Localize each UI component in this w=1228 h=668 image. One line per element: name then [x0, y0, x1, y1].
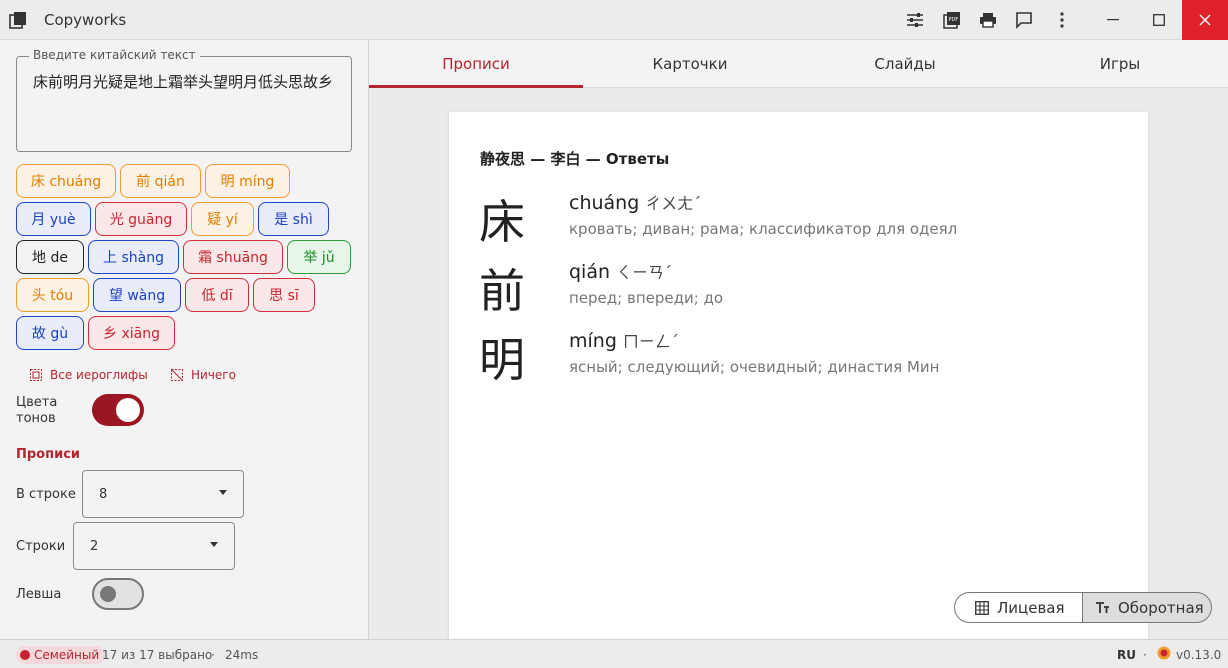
sheet-title: 静夜思 — 李白 — Ответы [480, 150, 670, 168]
pdf-export-icon[interactable]: PDF [940, 8, 964, 32]
chip-qian[interactable]: 前 qián [120, 164, 201, 198]
pinyin-text: chuáng [569, 192, 640, 214]
app-title: Copyworks [44, 11, 127, 29]
chip-ming[interactable]: 明 míng [205, 164, 290, 198]
text-fields-icon [1095, 601, 1110, 614]
toggle-knob [100, 586, 116, 602]
tab-bar: Прописи Карточки Слайды Игры [369, 40, 1228, 88]
entry-pinyin: míng ㄇㄧㄥˊ [569, 328, 679, 352]
status-separator: · [1143, 648, 1147, 662]
plan-badge-label: Семейный [34, 648, 100, 662]
selection-count: 17 из 17 выбрано [102, 648, 213, 662]
tab-cards[interactable]: Карточки [583, 40, 797, 88]
grid-icon [975, 600, 989, 615]
bopomofo-text: ㄇㄧㄥˊ [622, 332, 679, 351]
render-timing: 24ms [225, 648, 259, 662]
rows-value: 2 [90, 539, 99, 554]
chip-yi[interactable]: 疑 yí [191, 202, 254, 236]
rows-select[interactable]: 2 [73, 522, 235, 570]
select-all-label: Все иероглифы [50, 368, 148, 382]
front-side-label: Лицевая [997, 598, 1065, 617]
entry-hanzi: 前 [479, 264, 525, 318]
answer-sheet: 静夜思 — 李白 — Ответы 床 chuáng ㄔㄨㄤˊ кровать; … [449, 112, 1148, 639]
back-side-button[interactable]: Оборотная [1082, 592, 1212, 623]
chinese-text-field[interactable]: Введите китайский текст 床前明月光疑是地上霜举头望明月低… [16, 48, 352, 152]
chat-bubble-icon[interactable] [1156, 646, 1172, 662]
maximize-button[interactable] [1136, 0, 1182, 40]
chip-yue[interactable]: 月 yuè [16, 202, 91, 236]
chip-shang[interactable]: 上 shàng [88, 240, 179, 274]
chip-si[interactable]: 思 sī [253, 278, 315, 312]
tone-colors-toggle[interactable] [92, 394, 144, 426]
chip-wang[interactable]: 望 wàng [93, 278, 181, 312]
entry-hanzi: 明 [479, 333, 525, 387]
chip-gu[interactable]: 故 gù [16, 316, 84, 350]
pinyin-text: míng [569, 330, 617, 352]
status-separator: · [211, 648, 215, 662]
entry-gloss: кровать; диван; рама; классификатор для … [569, 220, 958, 238]
minimize-button[interactable] [1090, 0, 1136, 40]
tune-icon[interactable] [903, 8, 927, 32]
chip-tou[interactable]: 头 tóu [16, 278, 89, 312]
print-icon[interactable] [976, 8, 1000, 32]
select-all-icon [30, 369, 42, 381]
select-all-button[interactable]: Все иероглифы [30, 368, 148, 382]
language-switch[interactable]: RU [1117, 648, 1136, 662]
toggle-knob [116, 398, 140, 422]
select-none-label: Ничего [191, 368, 236, 382]
dropdown-arrow-icon [219, 490, 227, 495]
lefty-label: Левша [16, 587, 62, 602]
per-row-value: 8 [99, 487, 108, 502]
entry-hanzi: 床 [479, 195, 525, 249]
pinyin-text: qián [569, 261, 611, 283]
app-logo-icon [9, 12, 26, 29]
bopomofo-text: ㄑㄧㄢˊ [616, 263, 673, 282]
per-row-select[interactable]: 8 [82, 470, 244, 518]
chip-shi[interactable]: 是 shì [258, 202, 329, 236]
entry-gloss: перед; впереди; до [569, 289, 724, 307]
preview-area: Прописи Карточки Слайды Игры 静夜思 — 李白 — … [369, 40, 1228, 639]
deselect-icon [171, 369, 183, 381]
active-tab-indicator [369, 85, 583, 88]
tone-colors-label: Цвета тонов [16, 395, 58, 426]
tab-games[interactable]: Игры [1013, 40, 1227, 88]
chip-xiang[interactable]: 乡 xiāng [88, 316, 175, 350]
lefty-toggle[interactable] [92, 578, 144, 610]
rows-label: Строки [16, 539, 66, 554]
app-version: v0.13.0 [1176, 648, 1222, 662]
close-icon [1199, 14, 1211, 26]
title-bar: Copyworks PDF [0, 0, 1228, 40]
tab-copybook[interactable]: Прописи [369, 40, 583, 88]
bopomofo-text: ㄔㄨㄤˊ [645, 194, 702, 213]
chinese-text-input[interactable]: 床前明月光疑是地上霜举头望明月低头思故乡 [33, 71, 338, 94]
back-side-label: Оборотная [1118, 598, 1204, 617]
settings-panel: Введите китайский текст 床前明月光疑是地上霜举头望明月低… [0, 40, 369, 639]
entry-pinyin: qián ㄑㄧㄢˊ [569, 259, 672, 283]
copybook-section-title: Прописи [16, 447, 81, 462]
chip-de[interactable]: 地 de [16, 240, 84, 274]
close-button[interactable] [1182, 0, 1228, 40]
more-vert-icon[interactable] [1050, 8, 1074, 32]
select-none-button[interactable]: Ничего [171, 368, 236, 382]
heart-icon [20, 650, 30, 660]
chip-chuang[interactable]: 床 chuáng [16, 164, 116, 198]
feedback-icon[interactable] [1012, 8, 1036, 32]
per-row-label: В строке [16, 487, 76, 502]
dropdown-arrow-icon [210, 542, 218, 547]
entry-pinyin: chuáng ㄔㄨㄤˊ [569, 190, 701, 214]
chinese-text-label: Введите китайский текст [29, 48, 200, 62]
tab-slides[interactable]: Слайды [798, 40, 1012, 88]
plan-badge: Семейный [16, 646, 106, 664]
chip-guang[interactable]: 光 guāng [95, 202, 187, 236]
front-side-button[interactable]: Лицевая [954, 592, 1083, 623]
entry-gloss: ясный; следующий; очевидный; династия Ми… [569, 358, 940, 376]
chip-shuang[interactable]: 霜 shuāng [183, 240, 283, 274]
svg-text:PDF: PDF [949, 17, 959, 23]
status-bar: Семейный 17 из 17 выбрано · 24ms RU · v0… [0, 639, 1228, 668]
chip-ju[interactable]: 举 jǔ [287, 240, 351, 274]
chip-di[interactable]: 低 dī [185, 278, 249, 312]
